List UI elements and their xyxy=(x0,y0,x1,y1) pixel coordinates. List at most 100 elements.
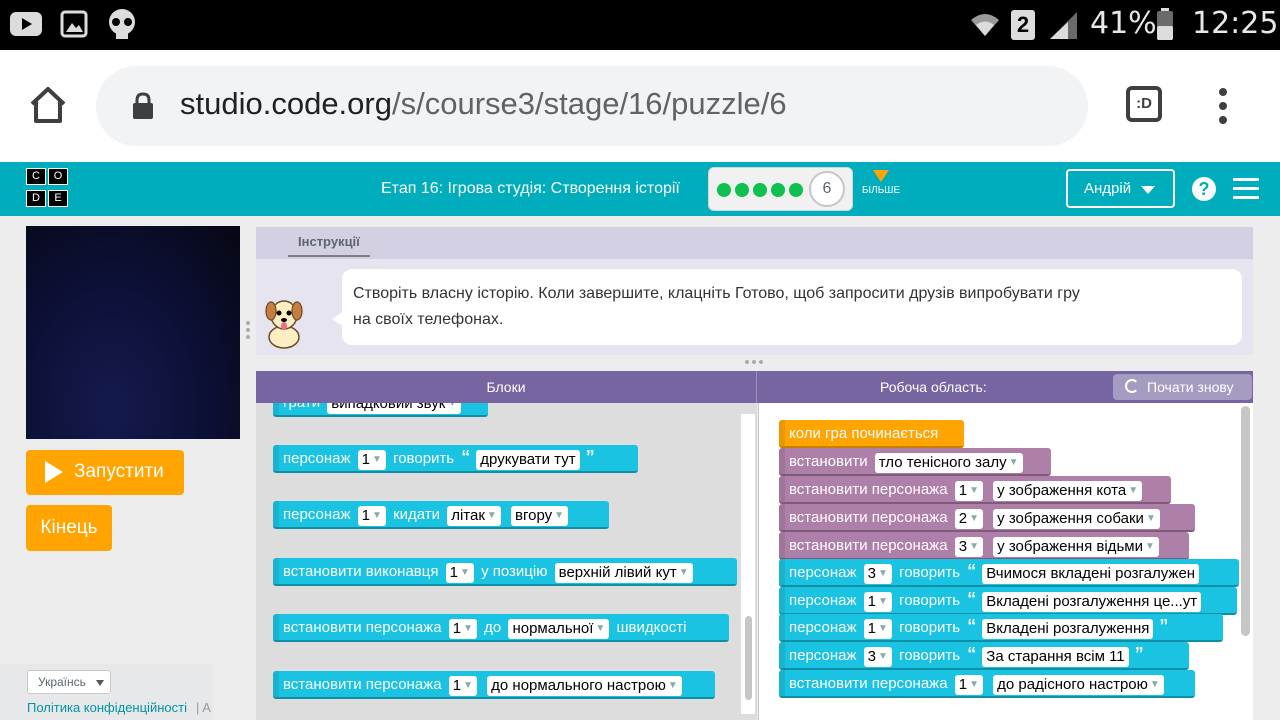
instructions-line: Створіть власну історію. Коли завершите,… xyxy=(353,285,1080,302)
block-text: встановити персонажа xyxy=(789,675,948,692)
set-actor-image-block[interactable]: встановити персонажа 3 ▼ у зображення від… xyxy=(779,532,1189,560)
battery-icon xyxy=(1157,8,1173,40)
current-level-bubble[interactable]: 6 xyxy=(809,171,845,207)
say-text-field[interactable]: Вчимося вкладені розгалужен xyxy=(982,564,1200,584)
actor-dropdown[interactable]: 1 ▼ xyxy=(863,592,892,612)
workspace-canvas[interactable]: коли гра починається встановити тло тені… xyxy=(758,403,1253,720)
block-text: коли гра починається xyxy=(789,425,939,442)
say-text-field[interactable]: Вкладені розгалуження xyxy=(982,619,1154,639)
actor-dropdown[interactable]: 1 ▼ xyxy=(357,506,386,526)
address-bar[interactable]: studio.code.org/s/course3/stage/16/puzzl… xyxy=(96,66,1088,146)
sound-dropdown[interactable]: випадковий звук ▼ xyxy=(327,403,462,414)
block-text: до xyxy=(484,619,502,636)
progress-dot[interactable] xyxy=(789,183,803,197)
language-value: Українсь xyxy=(38,675,86,689)
url-host: studio.code.org xyxy=(180,86,392,121)
image-dropdown[interactable]: у зображення відьми ▼ xyxy=(993,537,1159,557)
actor-dropdown[interactable]: 3 ▼ xyxy=(863,647,892,667)
say-text-field[interactable]: За старання всім 11 xyxy=(982,647,1129,667)
set-actor-emotion-block[interactable]: встановити персонажа 1 ▼ до радісного нас… xyxy=(779,670,1195,698)
workspace-header: Блоки Робоча область: Почати знову xyxy=(256,371,1253,403)
toolbox-scrollbar[interactable] xyxy=(745,616,752,700)
actor-dropdown[interactable]: 1 ▼ xyxy=(448,676,477,696)
block-text: встановити персонажа xyxy=(789,509,948,526)
block-text: персонаж xyxy=(789,647,857,664)
block-text: встановити персонажа xyxy=(283,619,442,636)
logo-letter: O xyxy=(48,168,68,185)
block-text: встановити персонажа xyxy=(789,481,948,498)
start-over-button[interactable]: Почати знову xyxy=(1113,374,1252,400)
block-text: персонаж xyxy=(283,450,351,467)
resize-grip-vertical-icon[interactable] xyxy=(245,320,251,342)
emotion-dropdown[interactable]: до нормального настрою ▼ xyxy=(487,676,682,696)
actor-dropdown[interactable]: 1 ▼ xyxy=(357,450,386,470)
actor-dropdown[interactable]: 3 ▼ xyxy=(954,537,983,557)
progress-dot[interactable] xyxy=(735,183,749,197)
language-select[interactable]: Українсь xyxy=(27,670,111,694)
run-button[interactable]: Запустити xyxy=(26,450,184,495)
more-levels-toggle[interactable]: БІЛЬШЕ xyxy=(857,170,905,196)
progress-dot[interactable] xyxy=(771,183,785,197)
toolbox-block-set-emotion[interactable]: встановити персонажа 1 ▼ до нормального н… xyxy=(273,671,715,699)
toolbox-block-actor-say[interactable]: персонаж 1 ▼ говорить “друкувати тут” xyxy=(273,445,638,473)
workspace-scrollbar[interactable] xyxy=(1241,406,1250,636)
tab-instructions[interactable]: Інструкції xyxy=(288,227,370,257)
toolbox-block-throw[interactable]: персонаж 1 ▼ кидати літак ▼ вгору ▼ xyxy=(273,501,609,529)
say-text-field[interactable]: друкувати тут xyxy=(476,450,580,470)
toolbox-block-set-speed[interactable]: встановити персонажа 1 ▼ до нормальної ▼ ш… xyxy=(273,614,729,642)
actor-say-block[interactable]: персонаж 1 ▼ говорить “Вкладені розгалуже… xyxy=(779,614,1223,642)
instructions-tab-bar: Інструкції xyxy=(256,227,1253,259)
block-text: у позицію xyxy=(481,563,548,580)
refresh-icon xyxy=(1125,379,1139,393)
progress-dot[interactable] xyxy=(717,183,731,197)
block-text: персонаж xyxy=(789,592,857,609)
help-icon[interactable]: ? xyxy=(1192,177,1216,201)
block-text: швидкості xyxy=(616,619,687,636)
background-dropdown[interactable]: тло тенісного залу ▼ xyxy=(874,453,1023,473)
home-icon[interactable] xyxy=(28,86,68,124)
codeorg-header: C O D E Етап 16: Ігрова студія: Створенн… xyxy=(0,162,1280,216)
privacy-link[interactable]: Політика конфіденційності xyxy=(27,700,187,715)
when-game-starts-block[interactable]: коли гра починається xyxy=(779,420,964,448)
actor-dropdown[interactable]: 1 ▼ xyxy=(863,619,892,639)
hamburger-menu-icon[interactable] xyxy=(1233,178,1259,200)
instructions-text: Створіть власну історію. Коли завершите,… xyxy=(342,269,1242,345)
toolbox-block-set-position[interactable]: встановити виконавця 1 ▼ у позицію верхні… xyxy=(273,558,737,586)
logo-letter: E xyxy=(48,190,68,207)
speed-dropdown[interactable]: нормальної ▼ xyxy=(508,619,610,639)
stage-title[interactable]: Етап 16: Ігрова студія: Створення історі… xyxy=(381,180,680,198)
actor-say-block[interactable]: персонаж 1 ▼ говорить “Вкладені розгалуже… xyxy=(779,587,1237,615)
actor-dropdown[interactable]: 3 ▼ xyxy=(863,564,892,584)
actor-say-block[interactable]: персонаж 3 ▼ говорить “За старання всім 1… xyxy=(779,642,1189,670)
actor-dropdown[interactable]: 1 ▼ xyxy=(954,675,983,695)
tab-switcher-button[interactable]: :D xyxy=(1126,86,1162,122)
finish-button[interactable]: Кінець xyxy=(26,505,112,551)
progress-dot[interactable] xyxy=(753,183,767,197)
more-label: БІЛЬШЕ xyxy=(861,185,901,196)
user-menu-button[interactable]: Андрій xyxy=(1066,169,1175,208)
actor-say-block[interactable]: персонаж 3 ▼ говорить “Вчимося вкладені р… xyxy=(779,559,1239,587)
more-options-icon[interactable] xyxy=(1216,86,1230,126)
triangle-down-icon xyxy=(873,170,889,182)
instructions-panel: Створіть власну історію. Коли завершите,… xyxy=(256,259,1253,355)
image-dropdown[interactable]: у зображення собаки ▼ xyxy=(993,509,1160,529)
set-actor-image-block[interactable]: встановити персонажа 2 ▼ у зображення соб… xyxy=(779,504,1195,532)
code-logo[interactable]: C O D E xyxy=(26,168,74,210)
direction-dropdown[interactable]: вгору ▼ xyxy=(511,506,569,526)
set-actor-image-block[interactable]: встановити персонажа 1 ▼ у зображення кот… xyxy=(779,476,1171,504)
position-dropdown[interactable]: верхній лівий кут ▼ xyxy=(554,563,693,583)
block-text: говорить xyxy=(899,592,961,609)
actor-dropdown[interactable]: 2 ▼ xyxy=(954,509,983,529)
set-background-block[interactable]: встановити тло тенісного залу ▼ xyxy=(779,448,1051,476)
image-dropdown[interactable]: у зображення кота ▼ xyxy=(993,481,1143,501)
projectile-dropdown[interactable]: літак ▼ xyxy=(447,506,501,526)
toolbox-block-play-sound[interactable]: грати випадковий звук▼ xyxy=(273,403,488,417)
emotion-dropdown[interactable]: до радісного настрою ▼ xyxy=(993,675,1164,695)
actor-dropdown[interactable]: 1 ▼ xyxy=(954,481,983,501)
actor-dropdown[interactable]: 1 ▼ xyxy=(448,619,477,639)
blocks-toolbox: грати випадковий звук▼ персонаж 1▼ говор… xyxy=(256,403,757,720)
game-visualization[interactable] xyxy=(26,226,240,439)
say-text-field[interactable]: Вкладені розгалуження це...ут xyxy=(982,592,1202,612)
actor-dropdown[interactable]: 1 ▼ xyxy=(445,563,474,583)
resize-grip-horizontal-icon[interactable] xyxy=(744,359,766,365)
